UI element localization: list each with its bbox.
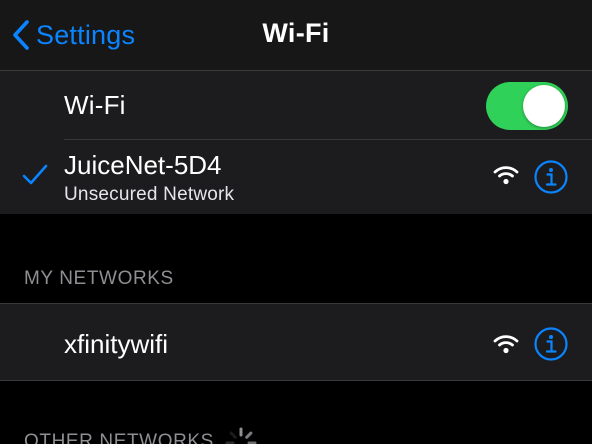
page-title: Wi-Fi	[262, 18, 330, 48]
my-networks-group: xfinitywifi	[0, 303, 592, 381]
wifi-main-group: Wi-Fi JuiceNet-5D4 Unsecured Network	[0, 71, 592, 214]
wifi-toggle-label: Wi-Fi	[64, 90, 126, 120]
connected-network-name: JuiceNet-5D4	[64, 150, 222, 180]
info-icon[interactable]	[534, 327, 568, 361]
wifi-toggle-switch[interactable]	[486, 82, 568, 130]
loading-spinner-icon	[224, 426, 258, 444]
connected-network-subtitle: Unsecured Network	[64, 184, 235, 205]
toggle-knob	[523, 85, 565, 127]
my-networks-header: MY NETWORKS	[24, 268, 174, 289]
wifi-signal-icon	[493, 334, 519, 359]
list-item[interactable]: xfinitywifi	[0, 304, 592, 380]
network-name: xfinitywifi	[64, 329, 169, 359]
wifi-toggle-row: Wi-Fi	[0, 71, 592, 139]
info-icon[interactable]	[534, 160, 568, 194]
wifi-settings-screen: Settings Wi-Fi Wi-Fi JuiceNet-5D4 Unsecu…	[0, 0, 592, 444]
connected-network-row[interactable]: JuiceNet-5D4 Unsecured Network	[0, 140, 592, 214]
other-networks-header: OTHER NETWORKS	[24, 431, 214, 444]
wifi-signal-icon	[493, 165, 519, 190]
checkmark-icon	[22, 164, 48, 191]
navigation-bar: Settings Wi-Fi	[0, 0, 592, 71]
